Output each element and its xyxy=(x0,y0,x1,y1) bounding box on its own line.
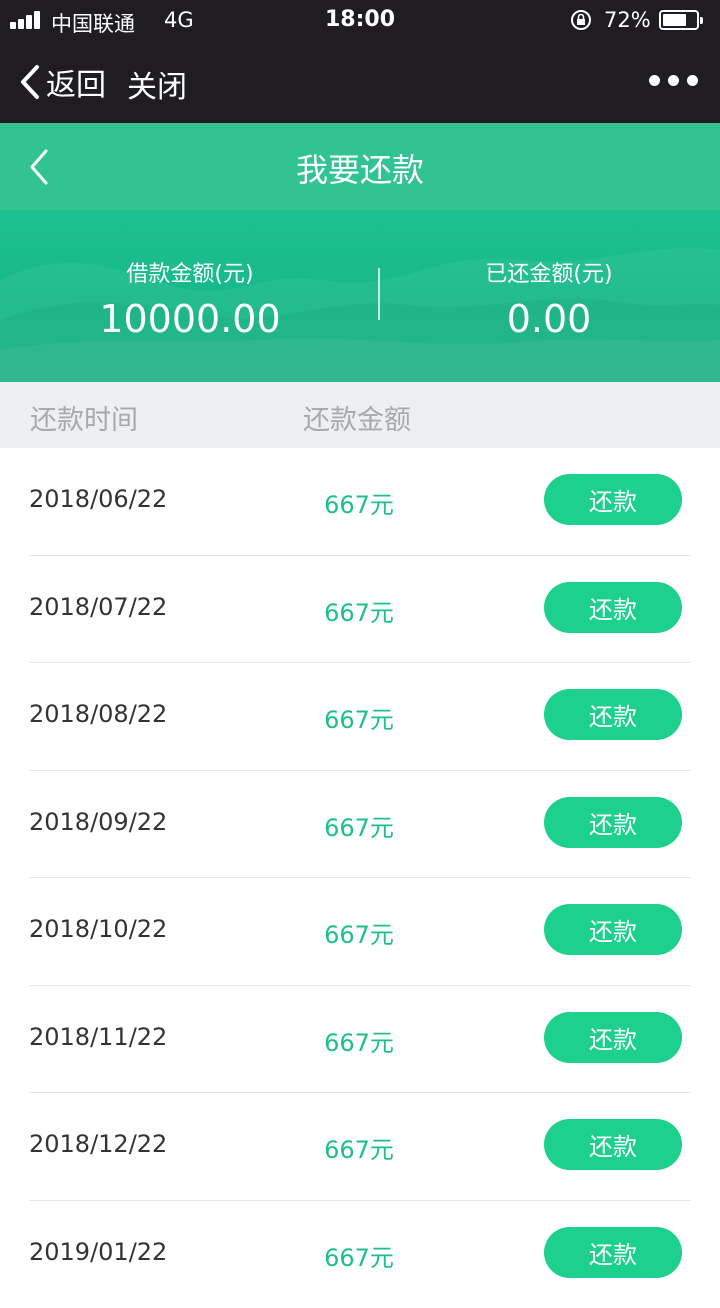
table-row: 2018/06/22 667元 还款 xyxy=(0,448,720,556)
repaid-amount-block: 已还金额(元) 0.00 xyxy=(369,260,720,344)
table-header: 还款时间 还款金额 xyxy=(0,382,720,448)
repaid-amount-label: 已还金额(元) xyxy=(369,260,720,290)
table-row: 2018/10/22 667元 还款 xyxy=(0,878,720,986)
table-row: 2018/12/22 667元 还款 xyxy=(0,1093,720,1201)
nav-back-label: 返回 xyxy=(46,60,106,104)
page-header: 我要还款 xyxy=(0,123,720,210)
nav-back-button[interactable]: 返回 xyxy=(18,60,106,104)
loan-summary-banner: 借款金额(元) 10000.00 已还金额(元) 0.00 xyxy=(0,210,720,382)
column-header-date: 还款时间 xyxy=(30,398,138,437)
repaid-amount-value: 0.00 xyxy=(369,294,720,344)
nav-close-button[interactable]: 关闭 xyxy=(127,62,187,106)
repayment-list: 2018/06/22 667元 还款 2018/07/22 667元 还款 20… xyxy=(0,448,720,1308)
browser-nav-bar: 返回 关闭 xyxy=(0,40,720,123)
repay-button[interactable]: 还款 xyxy=(544,689,682,740)
table-row: 2018/11/22 667元 还款 xyxy=(0,986,720,1094)
repay-button[interactable]: 还款 xyxy=(544,582,682,633)
table-row: 2018/09/22 667元 还款 xyxy=(0,771,720,879)
status-bar: 中国联通 4G 18:00 72% xyxy=(0,0,720,40)
repay-button[interactable]: 还款 xyxy=(544,474,682,525)
repay-button[interactable]: 还款 xyxy=(544,797,682,848)
chevron-left-icon xyxy=(18,64,40,100)
table-row: 2018/07/22 667元 还款 xyxy=(0,556,720,664)
orientation-lock-icon xyxy=(570,9,592,31)
more-dots-icon[interactable] xyxy=(644,68,702,92)
page-title: 我要还款 xyxy=(0,145,720,191)
battery-icon xyxy=(659,10,699,30)
repay-button[interactable]: 还款 xyxy=(544,1119,682,1170)
repay-button[interactable]: 还款 xyxy=(544,904,682,955)
loan-amount-value: 10000.00 xyxy=(10,294,370,344)
repay-button[interactable]: 还款 xyxy=(544,1227,682,1278)
loan-amount-label: 借款金额(元) xyxy=(10,260,370,290)
battery-percent: 72% xyxy=(604,8,651,32)
table-row: 2019/01/22 667元 还款 xyxy=(0,1201,720,1308)
table-row: 2018/08/22 667元 还款 xyxy=(0,663,720,771)
repay-button[interactable]: 还款 xyxy=(544,1012,682,1063)
column-header-amount: 还款金额 xyxy=(303,398,411,437)
loan-amount-block: 借款金额(元) 10000.00 xyxy=(10,260,370,344)
